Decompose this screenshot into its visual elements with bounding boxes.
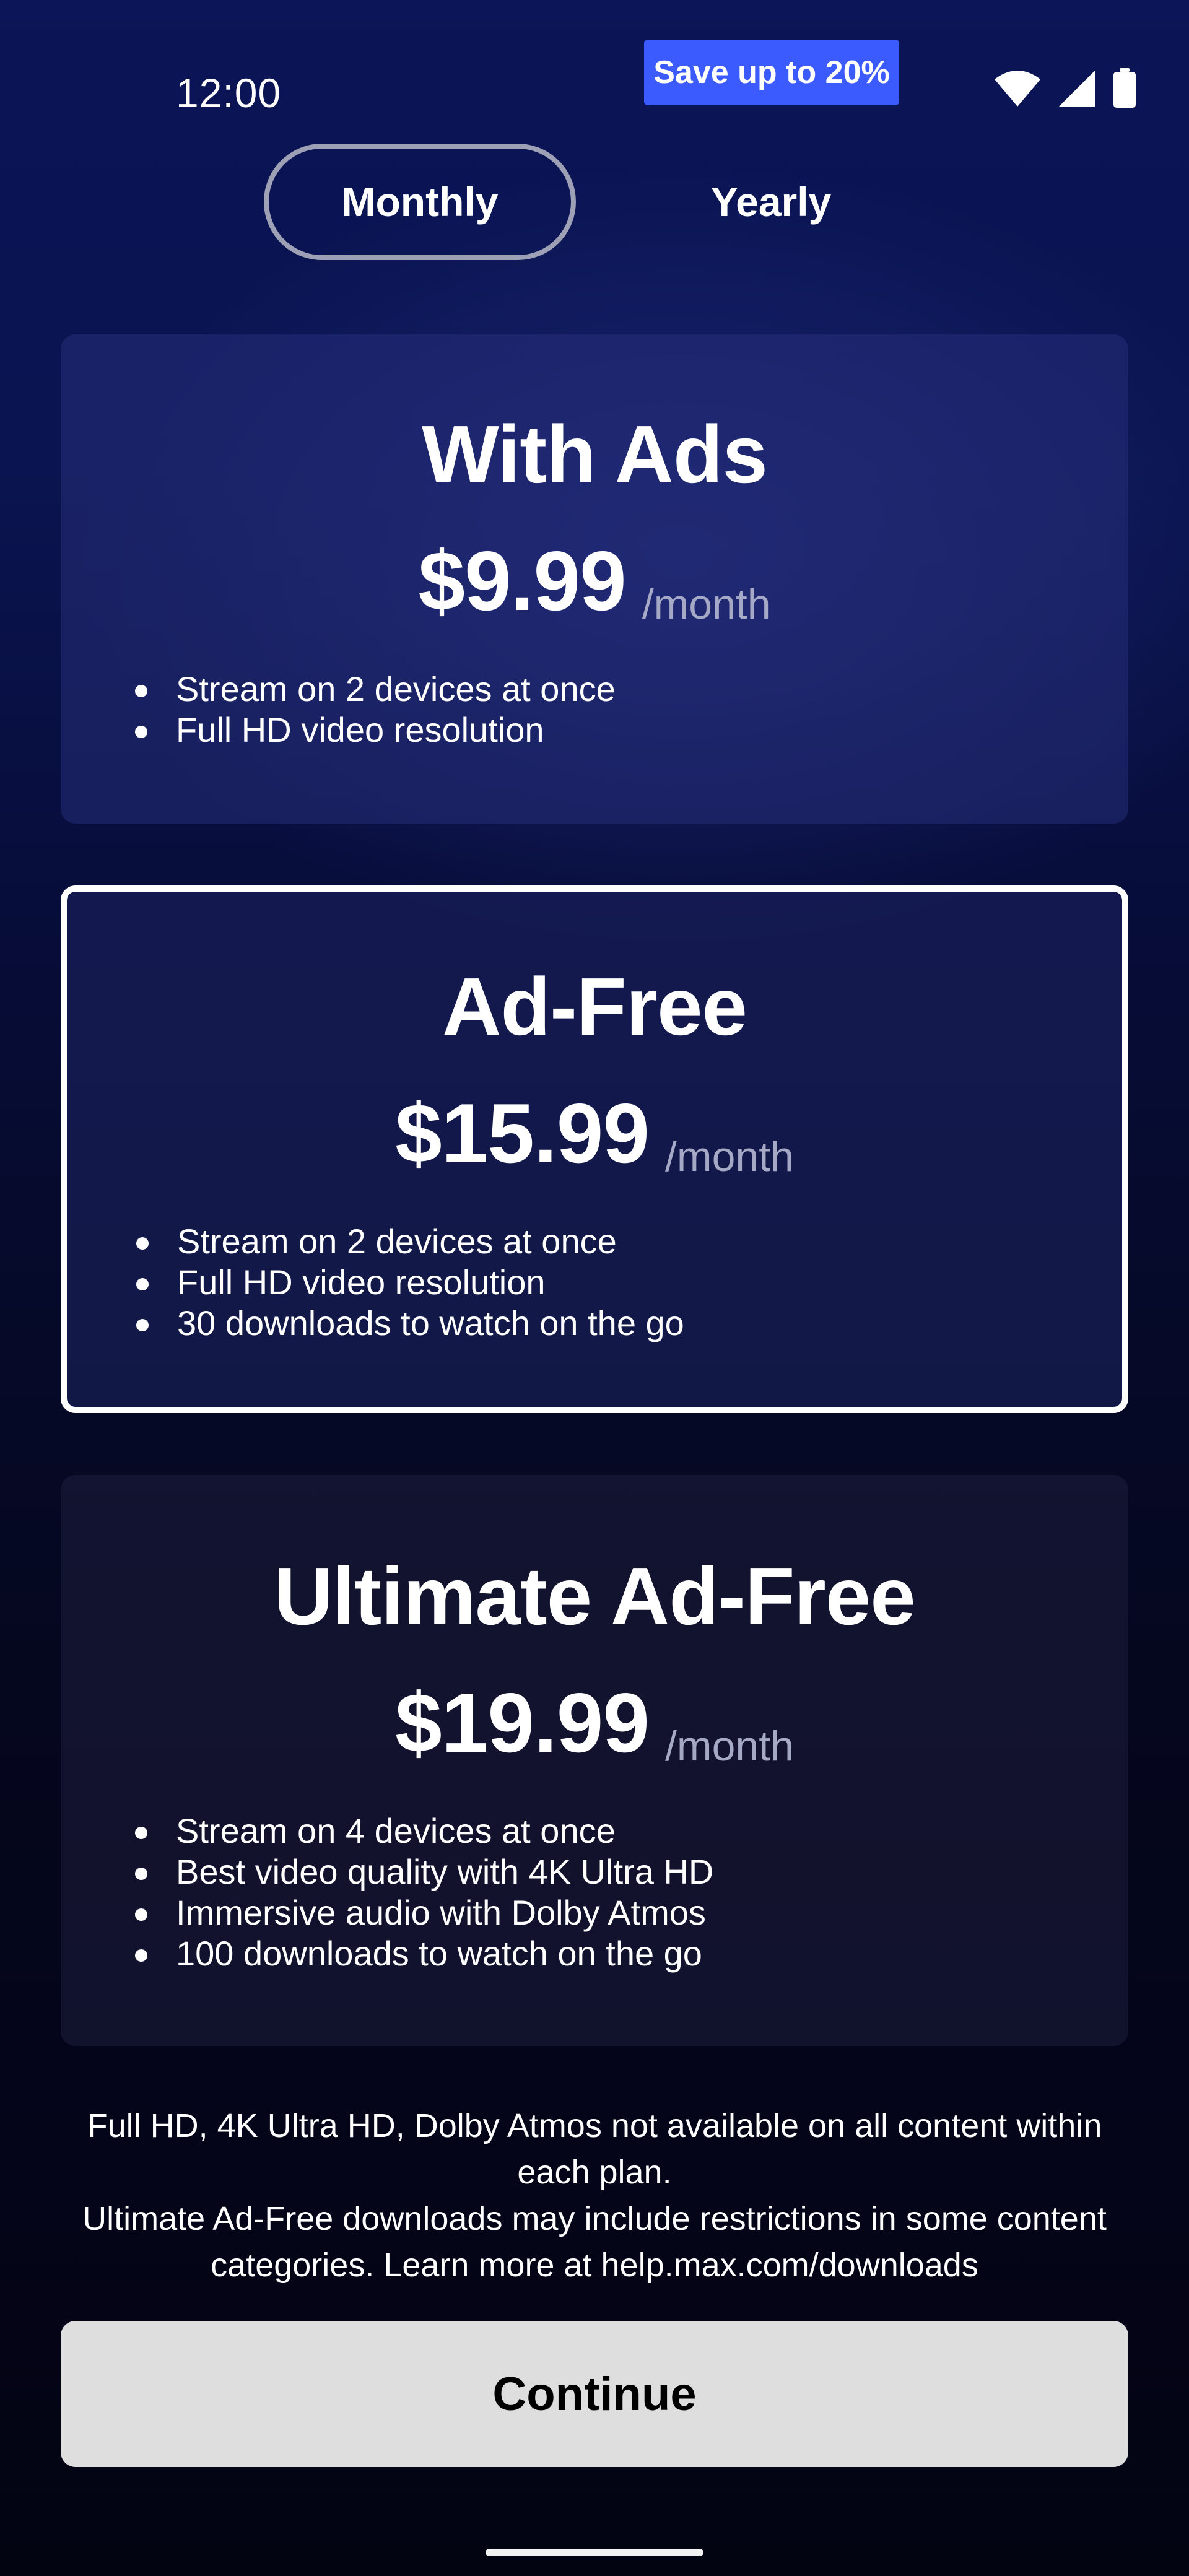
feature-list: Stream on 2 devices at once Full HD vide…: [136, 1221, 684, 1344]
wifi-icon: [993, 69, 1042, 108]
feature-list: Stream on 2 devices at once Full HD vide…: [135, 669, 616, 751]
status-icons: [993, 68, 1137, 109]
feature-list: Stream on 4 devices at once Best video q…: [135, 1811, 713, 1974]
navigation-handle[interactable]: [486, 2549, 703, 2556]
plan-price: $19.99: [395, 1676, 650, 1770]
plan-period: /month: [665, 1723, 794, 1770]
promo-badge: Save up to 20%: [644, 40, 899, 105]
tab-yearly[interactable]: Yearly: [619, 144, 923, 260]
plan-title: With Ads: [422, 409, 768, 500]
disclaimer-line: Full HD, 4K Ultra HD, Dolby Atmos not av…: [87, 2107, 1102, 2191]
price-row: $19.99 /month: [61, 1674, 1128, 1771]
continue-button[interactable]: Continue: [61, 2321, 1128, 2467]
plan-card-ultimate-ad-free[interactable]: Ultimate Ad-Free $19.99 /month Stream on…: [61, 1475, 1128, 2046]
feature-item: 30 downloads to watch on the go: [136, 1303, 684, 1344]
plan-card-ad-free[interactable]: Ad-Free $15.99 /month Stream on 2 device…: [61, 886, 1128, 1413]
plan-title: Ad-Free: [442, 961, 747, 1052]
price-row: $15.99 /month: [67, 1085, 1122, 1181]
feature-item: 100 downloads to watch on the go: [135, 1933, 713, 1974]
plan-period: /month: [665, 1133, 794, 1180]
plan-price: $15.99: [395, 1086, 650, 1180]
plan-card-with-ads[interactable]: With Ads $9.99 /month Stream on 2 device…: [61, 334, 1128, 824]
feature-item: Best video quality with 4K Ultra HD: [135, 1852, 713, 1892]
cellular-signal-icon: [1058, 69, 1096, 108]
price-row: $9.99 /month: [61, 533, 1128, 629]
disclaimer-line: Ultimate Ad-Free downloads may include r…: [82, 2200, 1107, 2284]
feature-item: Stream on 4 devices at once: [135, 1811, 713, 1852]
tab-monthly[interactable]: Monthly: [264, 144, 576, 260]
feature-item: Full HD video resolution: [136, 1262, 684, 1303]
plan-price: $9.99: [418, 534, 626, 628]
feature-item: Immersive audio with Dolby Atmos: [135, 1892, 713, 1933]
plan-period: /month: [642, 581, 771, 628]
feature-item: Stream on 2 devices at once: [135, 669, 616, 710]
status-time: 12:00: [176, 70, 282, 116]
feature-item: Stream on 2 devices at once: [136, 1221, 684, 1262]
plan-title: Ultimate Ad-Free: [274, 1551, 915, 1642]
status-bar: 12:00: [0, 0, 1189, 124]
disclaimer-text: Full HD, 4K Ultra HD, Dolby Atmos not av…: [61, 2103, 1128, 2289]
feature-item: Full HD video resolution: [135, 710, 616, 751]
battery-icon: [1112, 68, 1137, 109]
